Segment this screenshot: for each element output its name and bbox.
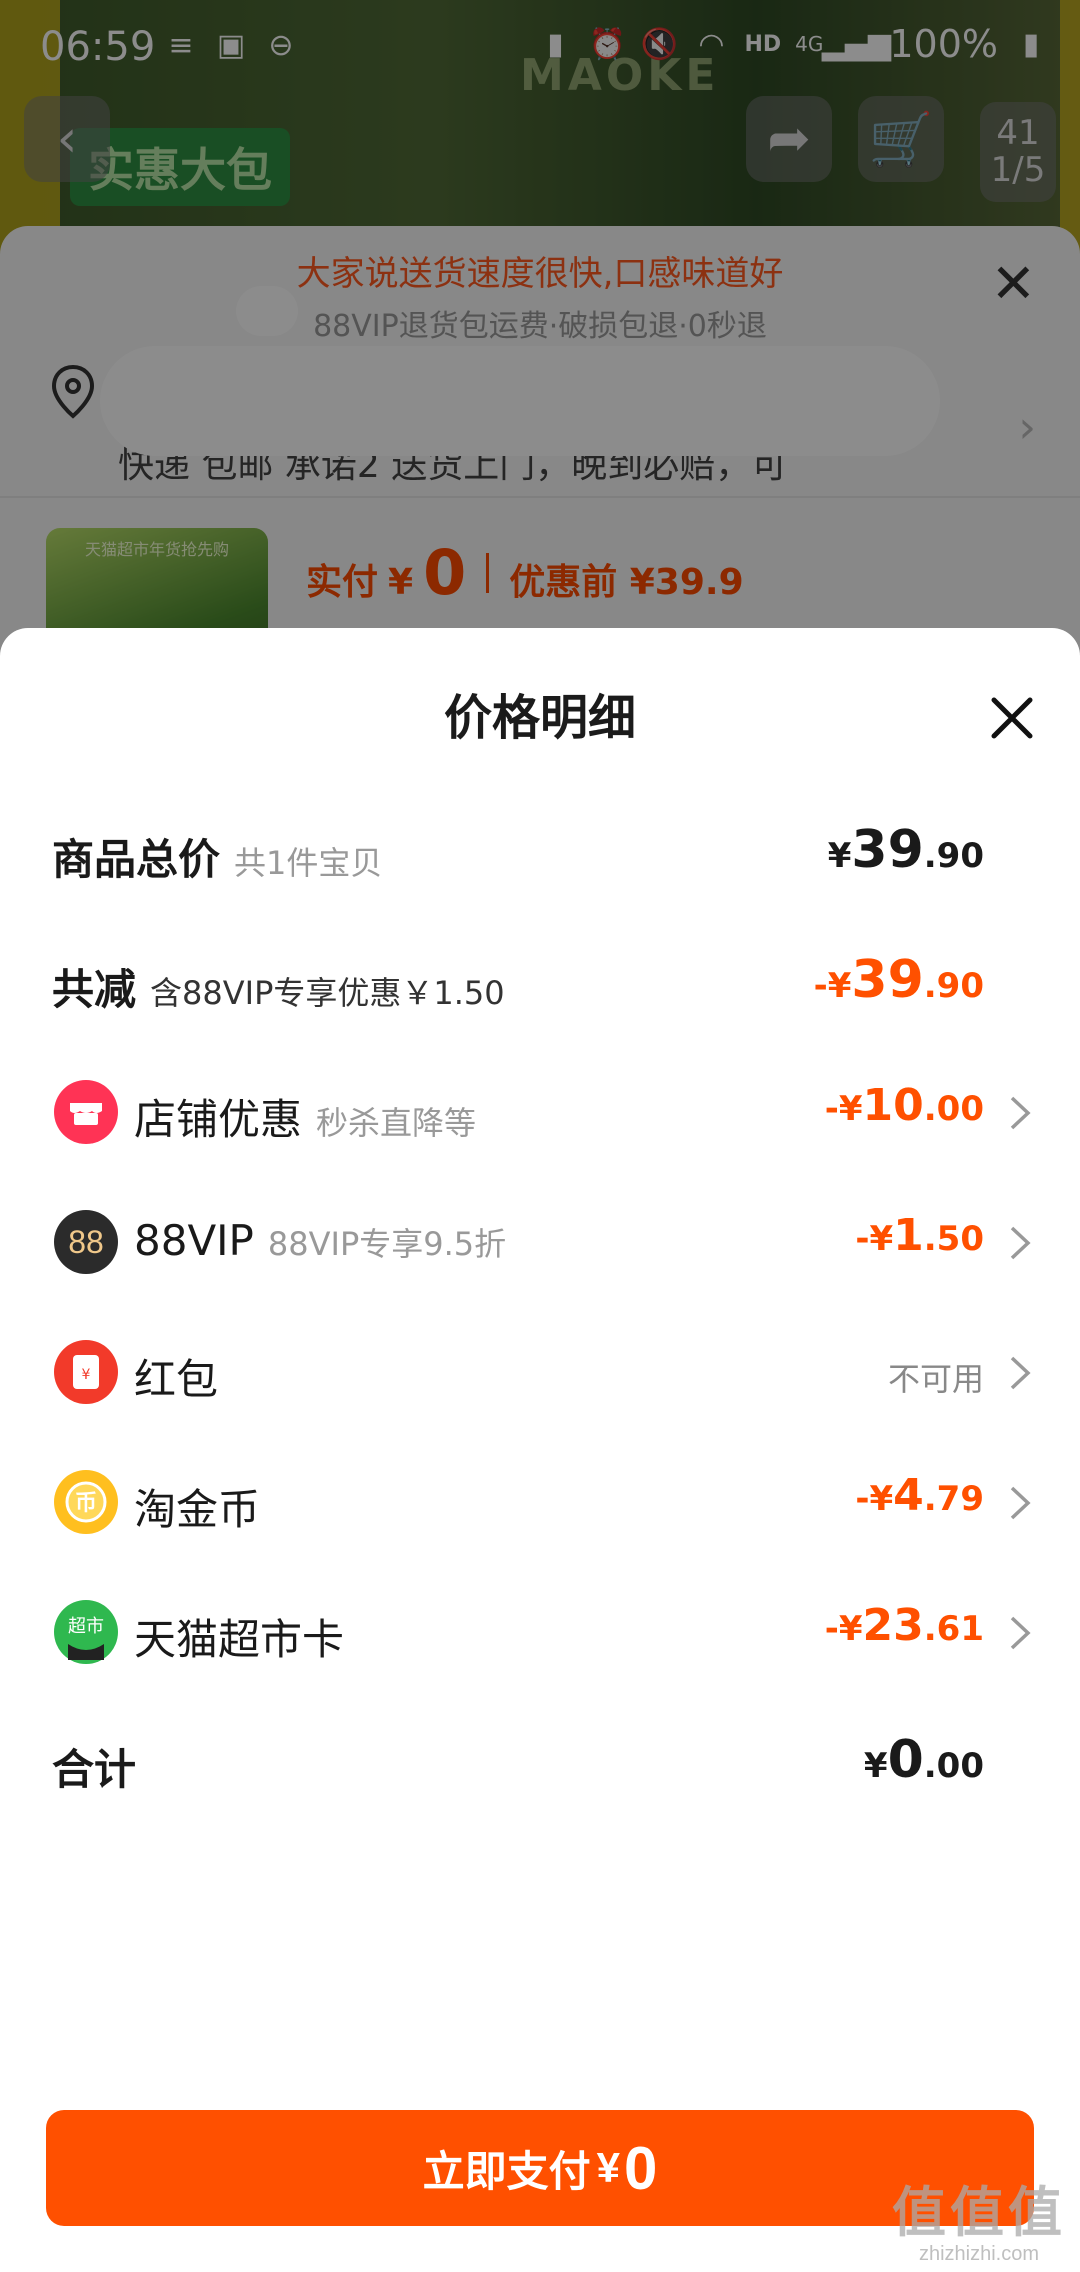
svg-text:币: 币 <box>75 1491 97 1516</box>
red-packet-icon: ¥ <box>54 1340 118 1404</box>
row-88vip[interactable]: 88 88VIP 88VIP专享9.5折 -¥1.50 <box>0 1188 1080 1298</box>
vip-label: 88VIP <box>134 1216 254 1265</box>
row-red-packet[interactable]: ¥ 红包 不可用 <box>0 1318 1080 1428</box>
amount-int: 39 <box>851 950 924 1010</box>
currency: ¥ <box>827 836 852 876</box>
amount-int: 23 <box>862 1600 924 1651</box>
tmall-card-icon: 超市 <box>54 1600 118 1664</box>
currency: -¥ <box>824 1089 863 1129</box>
red-packet-label: 红包 <box>134 1355 219 1404</box>
shop-amount: -¥10.00 <box>825 1080 984 1131</box>
row-label: 商品总价 共1件宝贝 <box>52 826 382 887</box>
pay-button-amount: 0 <box>624 2134 658 2202</box>
vip88-icon: 88 <box>54 1210 118 1274</box>
currency: -¥ <box>824 1609 863 1649</box>
total-sub: 共1件宝贝 <box>234 844 383 882</box>
red-packet-status: 不可用 <box>887 1360 984 1398</box>
row-label: 共减 含88VIP专享优惠￥1.50 <box>52 956 505 1017</box>
currency: -¥ <box>813 966 852 1006</box>
amount-dec: .79 <box>923 1479 984 1519</box>
watermark: 值值值 zhizhizhi.com <box>892 2168 1066 2266</box>
row-total-price: 商品总价 共1件宝贝 ¥39.90 <box>0 798 1080 908</box>
pay-button-currency: ¥ <box>596 2144 620 2191</box>
shop-icon <box>54 1080 118 1144</box>
shop-label: 店铺优惠 <box>134 1095 303 1144</box>
vip-amount: -¥1.50 <box>855 1210 984 1261</box>
amount-dec: .61 <box>923 1609 984 1649</box>
svg-text:超市: 超市 <box>68 1616 104 1637</box>
shop-sub: 秒杀直降等 <box>316 1104 477 1142</box>
reduce-label: 共减 <box>52 965 137 1014</box>
row-tmall-card[interactable]: 超市 天猫超市卡 -¥23.61 <box>0 1578 1080 1688</box>
row-shop-discount[interactable]: 店铺优惠 秒杀直降等 -¥10.00 <box>0 1058 1080 1168</box>
row-sum: 合计 ¥0.00 <box>0 1708 1080 1818</box>
currency: ¥ <box>863 1746 888 1786</box>
currency: -¥ <box>855 1479 894 1519</box>
chevron-right-icon <box>1010 1486 1031 1520</box>
amount-int: 39 <box>851 820 924 880</box>
amount-int: 1 <box>893 1210 924 1261</box>
row-label: 红包 <box>134 1346 218 1407</box>
tmall-card-amount: -¥23.61 <box>825 1600 984 1651</box>
coins-amount: -¥4.79 <box>855 1470 984 1521</box>
row-total-reduction: 共减 含88VIP专享优惠￥1.50 -¥39.90 <box>0 928 1080 1038</box>
amount-dec: .50 <box>923 1219 984 1259</box>
taojinbi-coin-icon: 币 <box>54 1470 118 1534</box>
amount-int: 4 <box>893 1470 924 1521</box>
price-detail-sheet: 价格明细 商品总价 共1件宝贝 ¥39.90 共减 含88VIP专享优惠￥1.50 … <box>0 628 1080 2272</box>
pay-button-label: 立即支付 <box>422 2147 591 2195</box>
row-label: 天猫超市卡 <box>134 1606 344 1667</box>
row-label: 88VIP 88VIP专享9.5折 <box>134 1216 506 1265</box>
chevron-right-icon <box>1010 1226 1031 1260</box>
amount-int: 0 <box>887 1730 924 1790</box>
row-label: 淘金币 <box>134 1476 260 1537</box>
close-icon[interactable] <box>982 688 1042 748</box>
sum-amount: ¥0.00 <box>864 1730 984 1790</box>
row-label: 店铺优惠 秒杀直降等 <box>134 1086 476 1147</box>
total-label: 商品总价 <box>52 835 221 884</box>
amount-dec: .00 <box>923 1089 984 1129</box>
total-amount: ¥39.90 <box>828 820 984 880</box>
sum-label: 合计 <box>52 1745 137 1794</box>
chevron-right-icon <box>1010 1096 1031 1130</box>
currency: -¥ <box>855 1219 894 1259</box>
tmall-card-label: 天猫超市卡 <box>134 1615 345 1664</box>
row-label: 合计 <box>52 1736 136 1797</box>
coins-label: 淘金币 <box>134 1485 261 1534</box>
amount-dec: .90 <box>923 966 984 1006</box>
amount-int: 10 <box>862 1080 924 1131</box>
sheet-title: 价格明细 <box>443 690 636 746</box>
amount-dec: .90 <box>923 836 984 876</box>
svg-text:¥: ¥ <box>82 1367 91 1383</box>
chevron-right-icon <box>1010 1356 1031 1390</box>
vip-sub: 88VIP专享9.5折 <box>267 1225 507 1263</box>
reduce-sub: 含88VIP专享优惠￥1.50 <box>150 974 505 1012</box>
reduce-amount: -¥39.90 <box>814 950 984 1010</box>
row-taojinbi[interactable]: 币 淘金币 -¥4.79 <box>0 1448 1080 1558</box>
pay-now-button[interactable]: 立即支付 ¥ 0 <box>46 2110 1034 2226</box>
chevron-right-icon <box>1010 1616 1031 1650</box>
watermark-main: 值值值 <box>892 2183 1066 2243</box>
amount-dec: .00 <box>923 1746 984 1786</box>
